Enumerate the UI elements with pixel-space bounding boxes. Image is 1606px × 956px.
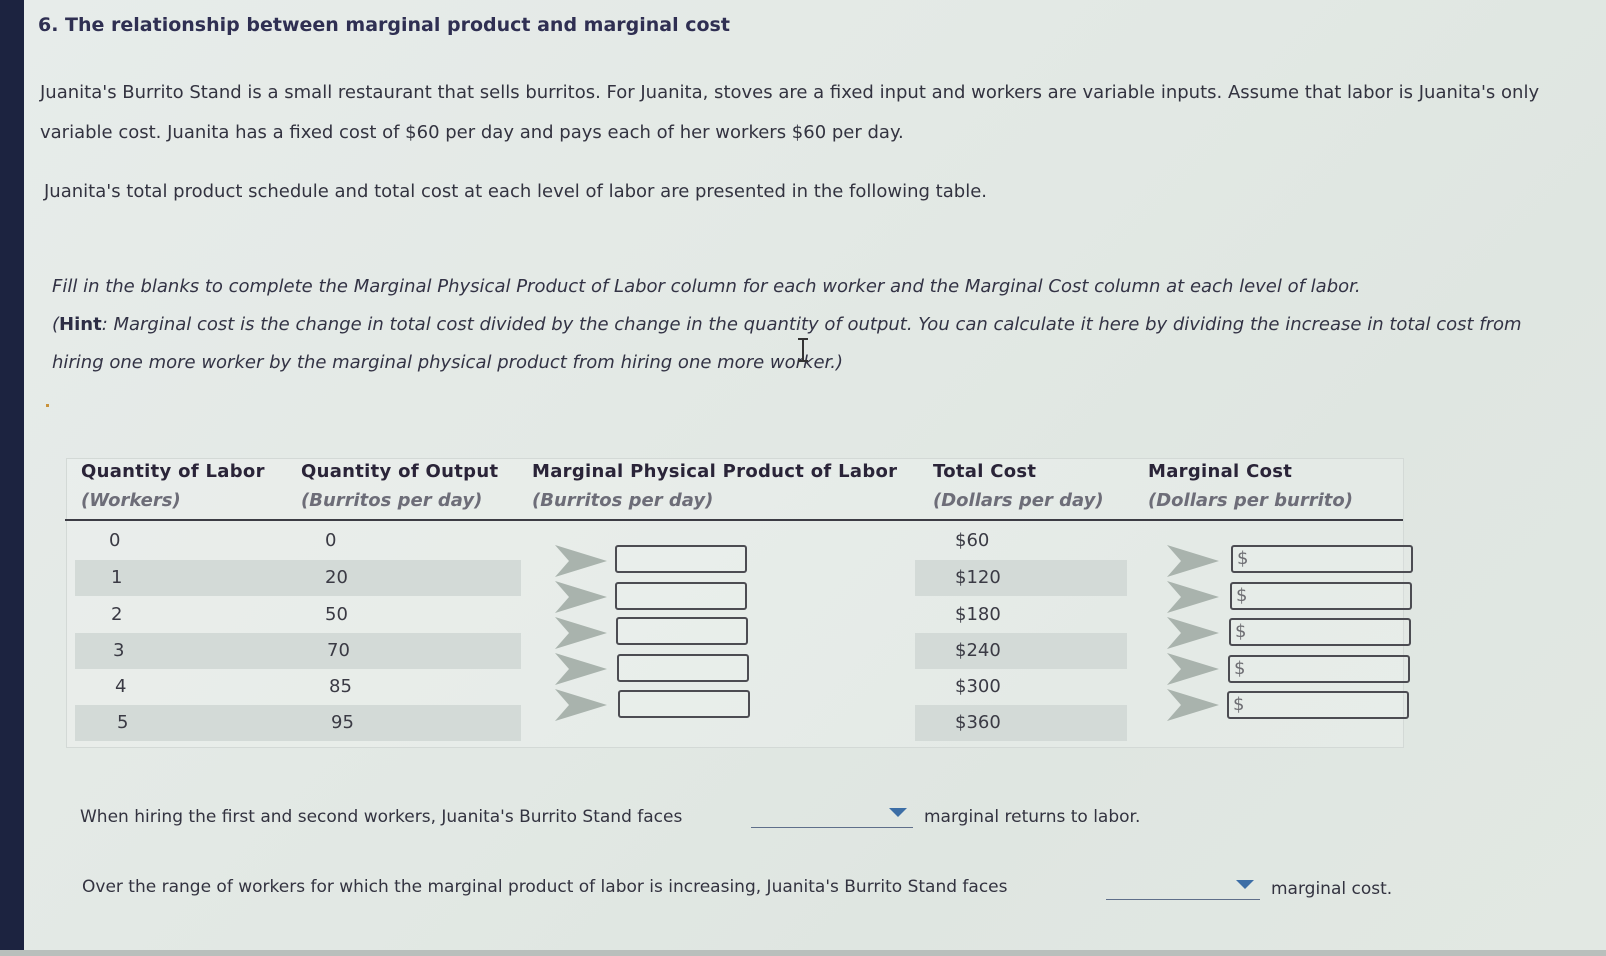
marginal-cost-trend-dropdown[interactable] (1106, 878, 1260, 900)
dollar-prefix: $ (1236, 585, 1248, 606)
instructions-text: Fill in the blanks to complete the Margi… (52, 276, 1361, 297)
question-1-after: marginal returns to labor. (924, 807, 1141, 827)
between-rows-arrow-icon (553, 579, 609, 615)
text-cursor-icon (798, 338, 808, 362)
table-intro-paragraph: Juanita's total product schedule and tot… (44, 181, 987, 202)
instructions: Fill in the blanks to complete the Margi… (52, 276, 1522, 373)
mpl-input-worker-5[interactable] (618, 690, 750, 718)
output-cell: 95 (331, 712, 354, 733)
header-divider (65, 519, 1403, 521)
col-header-total-cost: Total Cost (Dollars per day) (933, 461, 1104, 511)
labor-cell: 1 (111, 567, 123, 588)
output-cell: 50 (325, 604, 348, 625)
total-cost-cell: $60 (955, 530, 990, 551)
dollar-prefix: $ (1233, 694, 1245, 715)
dollar-prefix: $ (1237, 548, 1249, 569)
mc-input-worker-5[interactable]: $ (1227, 691, 1409, 719)
dollar-prefix: $ (1234, 658, 1246, 679)
mc-input-worker-1[interactable]: $ (1231, 545, 1413, 573)
labor-cell: 4 (115, 676, 127, 697)
question-title: 6. The relationship between marginal pro… (38, 14, 730, 36)
mpl-input-worker-4[interactable] (617, 654, 749, 682)
production-cost-table: Quantity of Labor (Workers) Quantity of … (65, 458, 1413, 748)
col-header-mpl: Marginal Physical Product of Labor (Burr… (532, 461, 898, 511)
question-1-before: When hiring the first and second workers… (80, 807, 683, 827)
total-cost-cell: $180 (955, 604, 1001, 625)
mc-input-worker-3[interactable]: $ (1229, 618, 1411, 646)
between-rows-arrow-icon (553, 615, 609, 651)
question-2-before: Over the range of workers for which the … (82, 877, 1008, 897)
mc-input-worker-2[interactable]: $ (1230, 582, 1412, 610)
between-rows-arrow-icon (1165, 615, 1221, 651)
output-cell: 0 (325, 530, 337, 551)
labor-cell: 5 (117, 712, 129, 733)
between-rows-arrow-icon (553, 651, 609, 687)
chevron-down-icon (1236, 880, 1254, 889)
returns-type-dropdown[interactable] (751, 806, 913, 828)
total-cost-cell: $360 (955, 712, 1001, 733)
question-2-after: marginal cost. (1271, 879, 1393, 899)
screen-bottom-bezel (0, 950, 1606, 956)
hint-text: : Marginal cost is the change in total c… (52, 314, 1522, 373)
col-header-labor: Quantity of Labor (Workers) (81, 461, 265, 511)
labor-cell: 0 (109, 530, 121, 551)
between-rows-arrow-icon (1165, 579, 1221, 615)
mpl-input-worker-1[interactable] (615, 545, 747, 573)
total-cost-cell: $120 (955, 567, 1001, 588)
dollar-prefix: $ (1235, 621, 1247, 642)
between-rows-arrow-icon (1165, 687, 1221, 723)
labor-cell: 2 (111, 604, 123, 625)
chevron-down-icon (889, 808, 907, 817)
total-cost-cell: $240 (955, 640, 1001, 661)
col-header-output: Quantity of Output (Burritos per day) (301, 461, 499, 511)
mpl-input-worker-3[interactable] (616, 617, 748, 645)
hint-label: Hint (59, 314, 102, 335)
output-cell: 70 (327, 640, 350, 661)
mc-input-worker-4[interactable]: $ (1228, 655, 1410, 683)
intro-paragraph: Juanita's Burrito Stand is a small resta… (40, 82, 1540, 143)
mpl-input-worker-2[interactable] (615, 582, 747, 610)
output-cell: 20 (325, 567, 348, 588)
between-rows-arrow-icon (553, 543, 609, 579)
between-rows-arrow-icon (1165, 543, 1221, 579)
output-cell: 85 (329, 676, 352, 697)
between-rows-arrow-icon (553, 687, 609, 723)
col-header-marginal-cost: Marginal Cost (Dollars per burrito) (1148, 461, 1353, 511)
marker-dot (46, 404, 49, 407)
labor-cell: 3 (113, 640, 125, 661)
total-cost-cell: $300 (955, 676, 1001, 697)
between-rows-arrow-icon (1165, 651, 1221, 687)
question-page: 6. The relationship between marginal pro… (24, 0, 1606, 956)
